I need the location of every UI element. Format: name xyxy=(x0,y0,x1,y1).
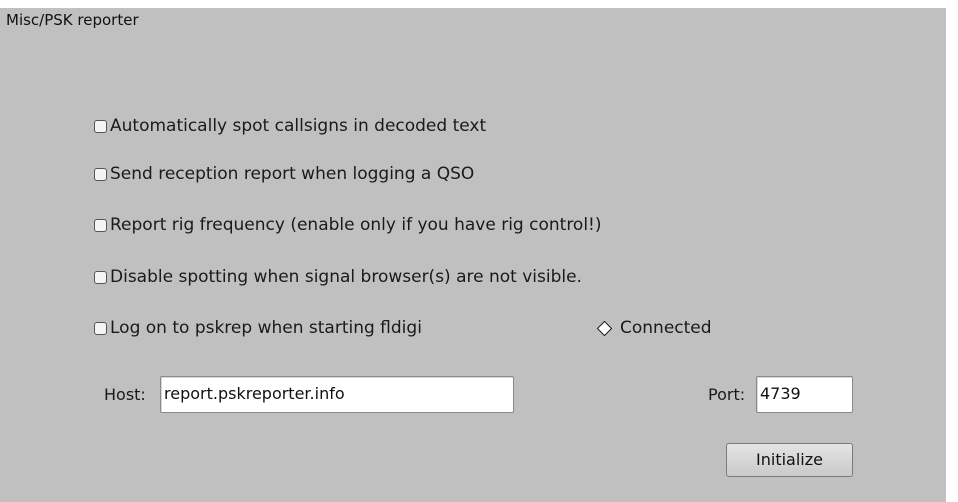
disable-spotting-checkbox[interactable] xyxy=(94,270,107,284)
log-on-pskrep-label[interactable]: Log on to pskrep when starting fldigi xyxy=(110,318,422,338)
log-on-pskrep-option[interactable]: Log on to pskrep when starting fldigi xyxy=(94,318,422,338)
port-label: Port: xyxy=(708,385,746,404)
reception-report-option[interactable]: Send reception report when logging a QSO xyxy=(94,164,474,184)
auto-spot-option[interactable]: Automatically spot callsigns in decoded … xyxy=(94,116,486,136)
disable-spotting-option[interactable]: Disable spotting when signal browser(s) … xyxy=(94,267,582,287)
connection-status: Connected xyxy=(596,318,712,338)
connection-indicator-icon xyxy=(596,320,613,336)
initialize-button[interactable]: Initialize xyxy=(726,443,853,477)
port-input[interactable]: 4739 xyxy=(756,376,853,413)
connection-status-label: Connected xyxy=(620,318,712,338)
reception-report-checkbox[interactable] xyxy=(94,167,107,181)
log-on-pskrep-checkbox[interactable] xyxy=(94,321,107,335)
host-label: Host: xyxy=(104,385,146,404)
reception-report-label[interactable]: Send reception report when logging a QSO xyxy=(110,164,474,184)
auto-spot-label[interactable]: Automatically spot callsigns in decoded … xyxy=(110,116,486,136)
host-input[interactable]: report.pskreporter.info xyxy=(160,376,514,413)
rig-frequency-checkbox[interactable] xyxy=(94,218,107,232)
rig-frequency-option[interactable]: Report rig frequency (enable only if you… xyxy=(94,215,602,235)
disable-spotting-label[interactable]: Disable spotting when signal browser(s) … xyxy=(110,267,582,287)
panel-title: Misc/PSK reporter xyxy=(6,11,139,29)
rig-frequency-label[interactable]: Report rig frequency (enable only if you… xyxy=(110,215,602,235)
auto-spot-checkbox[interactable] xyxy=(94,119,107,133)
psk-reporter-panel: Misc/PSK reporter xyxy=(0,8,946,502)
